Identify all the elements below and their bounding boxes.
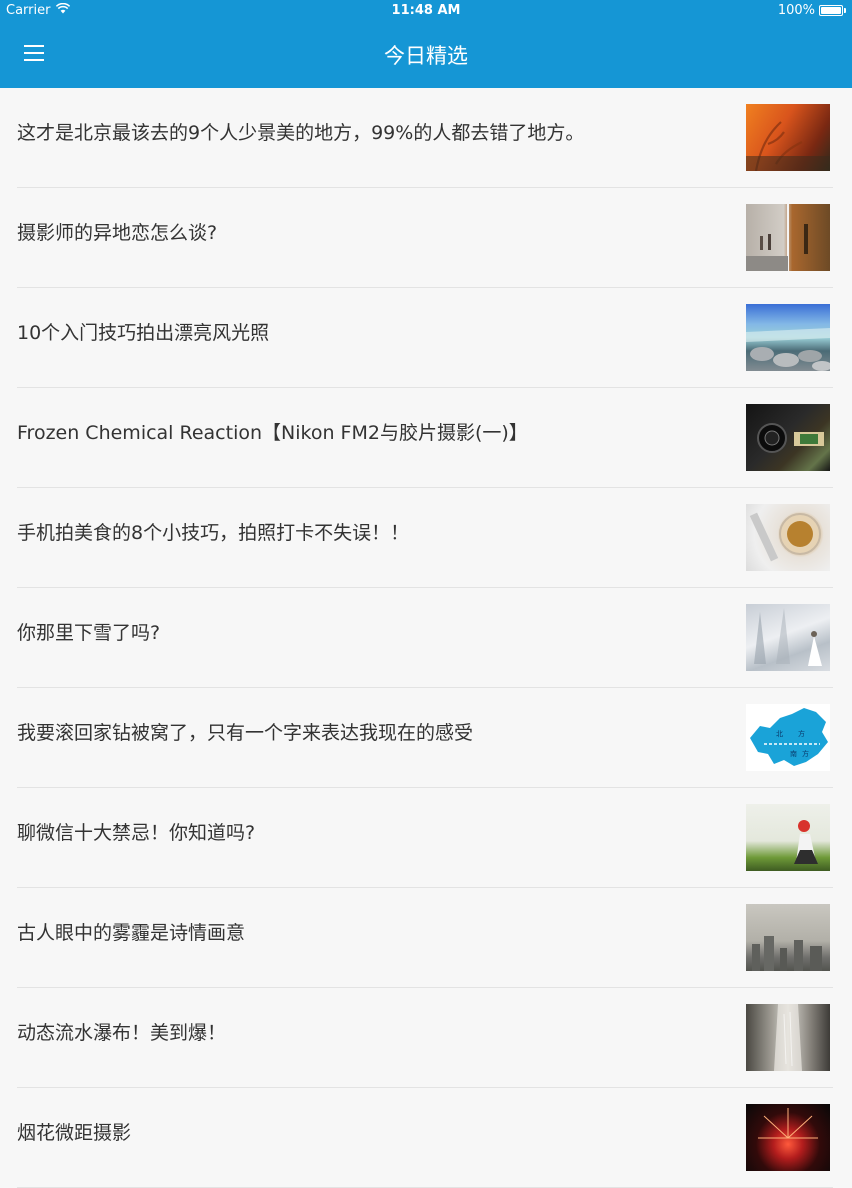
article-thumbnail xyxy=(746,504,830,571)
article-thumbnail xyxy=(746,804,830,871)
article-thumbnail xyxy=(746,904,830,971)
article-title: 古人眼中的雾霾是诗情画意 xyxy=(17,922,246,944)
article-row[interactable]: 古人眼中的雾霾是诗情画意 xyxy=(0,888,852,988)
article-row[interactable]: 10个入门技巧拍出漂亮风光照 xyxy=(0,288,852,388)
article-thumbnail xyxy=(746,104,830,171)
page-title: 今日精选 xyxy=(384,44,468,68)
article-thumbnail xyxy=(746,604,830,671)
svg-text:北: 北 xyxy=(776,730,783,738)
svg-text:南: 南 xyxy=(790,749,797,758)
article-title: 摄影师的异地恋怎么谈? xyxy=(17,222,218,244)
article-row[interactable]: 聊微信十大禁忌！你知道吗? xyxy=(0,788,852,888)
battery-percent: 100% xyxy=(777,3,815,18)
article-row[interactable]: 动态流水瀑布！美到爆！ xyxy=(0,988,852,1088)
article-title: 动态流水瀑布！美到爆！ xyxy=(17,1022,227,1044)
article-title: 你那里下雪了吗? xyxy=(17,622,161,644)
article-row[interactable]: 手机拍美食的8个小技巧，拍照打卡不失误！！ xyxy=(0,488,852,588)
battery-cap xyxy=(844,8,846,13)
article-row[interactable]: 我要滚回家钻被窝了，只有一个字来表达我现在的感受 北 方 南 方 xyxy=(0,688,852,788)
battery-icon xyxy=(819,5,843,16)
svg-text:方: 方 xyxy=(798,729,805,738)
status-bar: Carrier 11:48 AM 100% xyxy=(0,0,852,22)
article-thumbnail xyxy=(746,1004,830,1071)
battery-fill xyxy=(821,7,841,14)
article-title: 这才是北京最该去的9个人少景美的地方，99%的人都去错了地方。 xyxy=(17,122,585,144)
article-row[interactable]: Frozen Chemical Reaction【Nikon FM2与胶片摄影(… xyxy=(0,388,852,488)
article-thumbnail xyxy=(746,204,830,271)
nav-bar: 今日精选 xyxy=(0,22,852,88)
svg-text:方: 方 xyxy=(802,749,809,758)
article-row[interactable]: 烟花微距摄影 xyxy=(0,1088,852,1188)
article-title: Frozen Chemical Reaction【Nikon FM2与胶片摄影(… xyxy=(17,422,528,444)
app-header: Carrier 11:48 AM 100% 今日精选 xyxy=(0,0,852,88)
article-row[interactable]: 这才是北京最该去的9个人少景美的地方，99%的人都去错了地方。 xyxy=(0,88,852,188)
article-thumbnail xyxy=(746,404,830,471)
article-title: 10个入门技巧拍出漂亮风光照 xyxy=(17,322,270,344)
article-thumbnail: 北 方 南 方 xyxy=(746,704,830,771)
article-row[interactable]: 你那里下雪了吗? xyxy=(0,588,852,688)
article-title: 手机拍美食的8个小技巧，拍照打卡不失误！！ xyxy=(17,522,410,544)
status-right: 100% xyxy=(778,3,846,18)
status-time: 11:48 AM xyxy=(391,3,461,18)
article-thumbnail xyxy=(746,1104,830,1171)
article-title: 我要滚回家钻被窝了，只有一个字来表达我现在的感受 xyxy=(17,722,474,744)
article-title: 聊微信十大禁忌！你知道吗? xyxy=(17,822,256,844)
article-row[interactable]: 摄影师的异地恋怎么谈? xyxy=(0,188,852,288)
article-list: 这才是北京最该去的9个人少景美的地方，99%的人都去错了地方。 摄影师的异地恋怎… xyxy=(0,88,852,1188)
article-title: 烟花微距摄影 xyxy=(17,1122,132,1144)
article-thumbnail xyxy=(746,304,830,371)
